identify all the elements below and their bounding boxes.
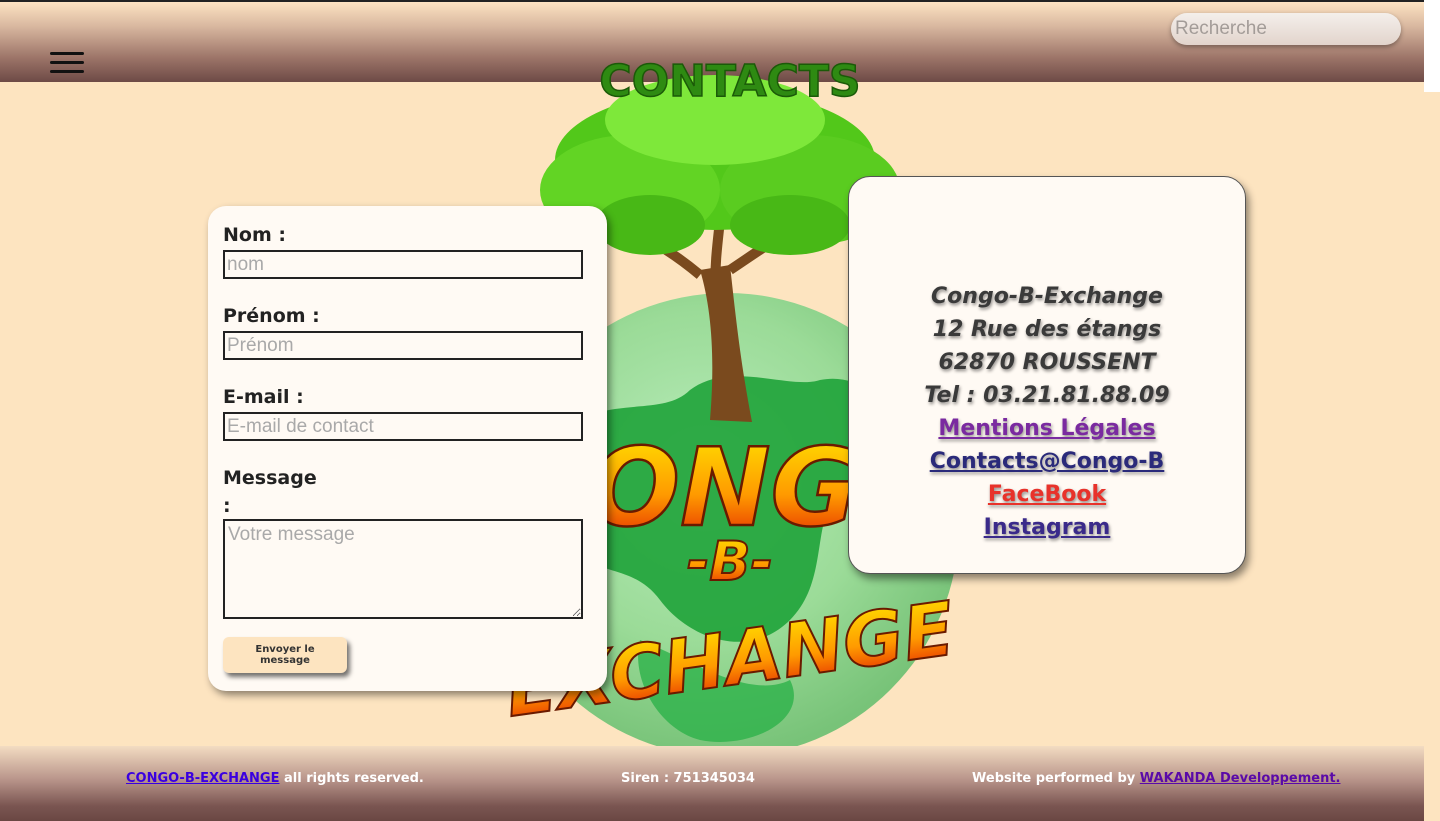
message-label: Message: [223, 467, 317, 489]
email-input[interactable]: [223, 412, 583, 441]
company-info-card: Congo-B-Exchange 12 Rue des étangs 62870…: [848, 176, 1246, 574]
facebook-link[interactable]: FaceBook: [849, 478, 1245, 511]
footer-brand-link[interactable]: CONGO-B-EXCHANGE: [126, 771, 280, 786]
email-contact-link[interactable]: Contacts@Congo-B: [849, 445, 1245, 478]
page-right-margin: [1424, 0, 1440, 821]
company-phone: Tel : 03.21.81.88.09: [924, 383, 1170, 408]
message-textarea[interactable]: [223, 519, 583, 619]
footer-credits: Website performed by WAKANDA Developpeme…: [972, 771, 1340, 786]
instagram-link[interactable]: Instagram: [849, 511, 1245, 544]
footer-developer-link[interactable]: WAKANDA Developpement.: [1140, 771, 1341, 786]
search-input[interactable]: [1171, 13, 1401, 45]
company-name: Congo-B-Exchange: [931, 284, 1163, 309]
hamburger-line: [50, 61, 84, 64]
footer-performed-by: Website performed by: [972, 771, 1140, 786]
logo-heading: CONTACTS: [599, 60, 860, 107]
send-message-button[interactable]: Envoyer le message: [223, 637, 347, 673]
nom-input[interactable]: [223, 250, 583, 279]
footer-siren: Siren : 751345034: [621, 771, 755, 786]
hamburger-menu-icon[interactable]: [50, 52, 84, 76]
email-label: E-mail :: [223, 386, 304, 408]
logo-word-b: -B-: [687, 530, 773, 593]
company-street: 12 Rue des étangs: [932, 317, 1162, 342]
page-right-margin-top: [1424, 0, 1440, 92]
footer-rights-text: all rights reserved.: [279, 771, 424, 786]
page-footer: CONGO-B-EXCHANGE all rights reserved. Si…: [0, 746, 1424, 821]
nom-label: Nom :: [223, 224, 286, 246]
hamburger-line: [50, 52, 84, 55]
company-city: 62870 ROUSSENT: [938, 350, 1156, 375]
hamburger-line: [50, 70, 84, 73]
contact-form: Nom : Prénom : E-mail : Message : Envoye…: [208, 206, 607, 691]
legal-notice-link[interactable]: Mentions Légales: [849, 412, 1245, 445]
prenom-label: Prénom :: [223, 305, 320, 327]
footer-copyright: CONGO-B-EXCHANGE all rights reserved.: [126, 771, 424, 786]
message-label-colon: :: [223, 495, 231, 517]
prenom-input[interactable]: [223, 331, 583, 360]
